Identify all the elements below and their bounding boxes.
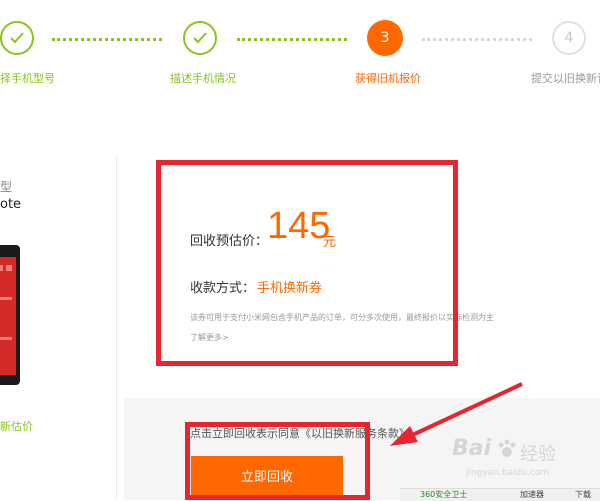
checkmark-icon	[10, 32, 24, 44]
baidu-jingyan-watermark: Bai 经验 jingyan.baidu.com	[452, 432, 582, 488]
step-4-number: 4	[552, 21, 586, 55]
step-connector-2	[237, 38, 347, 41]
step-3-number: 3	[367, 20, 403, 56]
taskbar-item-security[interactable]: 360安全卫士	[420, 489, 467, 500]
taskbar: 360安全卫士 加速器 下载	[400, 488, 600, 501]
model-type-label: 型	[0, 180, 13, 194]
step-2-check-circle	[183, 21, 217, 55]
step-1-check-circle	[0, 21, 34, 55]
model-name: ote	[0, 197, 22, 212]
annotation-box-quote	[156, 160, 458, 366]
taskbar-item-download[interactable]: 下载	[575, 489, 591, 500]
step-2-label: 描述手机情况	[170, 72, 236, 85]
step-1-label: 择手机型号	[0, 72, 55, 85]
step-connector-1	[52, 38, 162, 41]
taskbar-item-accelerator[interactable]: 加速器	[520, 489, 544, 500]
paw-icon	[498, 439, 516, 457]
watermark-url: jingyan.baidu.com	[466, 468, 550, 478]
annotation-box-button	[185, 422, 370, 500]
step-connector-3	[422, 38, 532, 41]
phone-image	[0, 245, 20, 385]
watermark-brand: Bai	[452, 436, 492, 461]
checkmark-icon	[193, 32, 207, 44]
watermark-brand2: 经验	[520, 444, 556, 465]
step-4-label: 提交以旧换新订	[531, 72, 600, 85]
progress-steps: 择手机型号 描述手机情况 3 获得旧机报价 4 提交以旧换新订	[0, 0, 600, 110]
step-3-label: 获得旧机报价	[355, 72, 421, 85]
re-estimate-link[interactable]: 新估价	[0, 418, 33, 434]
